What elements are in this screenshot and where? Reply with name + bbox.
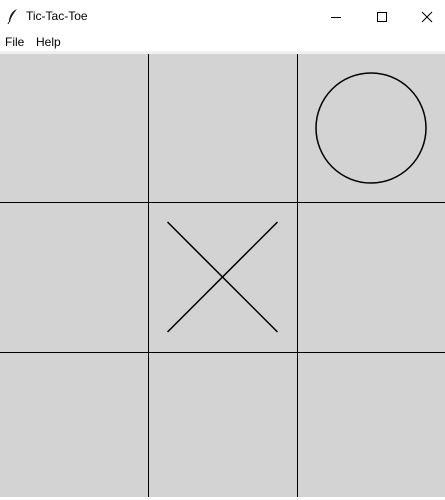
menu-file[interactable]: File	[5, 35, 24, 49]
board-cell-2-1[interactable]	[148, 352, 297, 497]
board-cell-1-0[interactable]	[0, 202, 148, 352]
board-canvas[interactable]	[0, 54, 445, 497]
menu-bar: File Help	[0, 33, 445, 51]
game-board	[0, 54, 445, 497]
board-cell-2-2[interactable]	[297, 352, 445, 497]
board-cell-2-0[interactable]	[0, 352, 148, 497]
close-icon	[421, 11, 433, 22]
board-cell-1-2[interactable]	[297, 202, 445, 352]
menu-help[interactable]: Help	[36, 35, 61, 49]
board-cell-0-2[interactable]	[297, 54, 445, 202]
board-cell-0-0[interactable]	[0, 54, 148, 202]
board-cell-0-1[interactable]	[148, 54, 297, 202]
feather-icon	[7, 9, 17, 24]
close-button[interactable]	[404, 0, 445, 33]
minimize-icon	[331, 16, 341, 18]
maximize-button[interactable]	[359, 0, 405, 33]
maximize-icon	[377, 11, 387, 22]
title-bar: Tic-Tac-Toe	[0, 0, 445, 33]
window-title: Tic-Tac-Toe	[26, 9, 88, 23]
minimize-button[interactable]	[313, 0, 359, 33]
